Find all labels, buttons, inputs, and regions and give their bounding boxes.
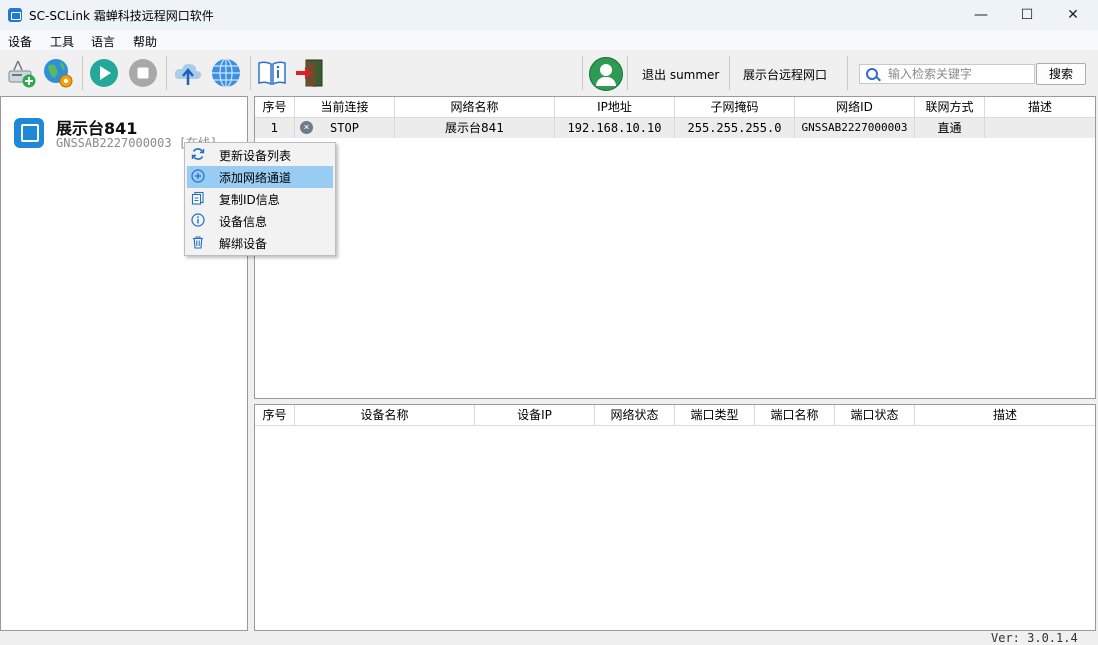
toolbar-separator (582, 56, 583, 90)
column-header[interactable]: 子网掩码 (675, 97, 795, 117)
column-header[interactable]: 网络名称 (395, 97, 555, 117)
info-icon (191, 213, 205, 227)
toolbar-separator (250, 56, 251, 90)
add-device-icon[interactable] (6, 57, 38, 89)
menu-item-add-network-channel[interactable]: 添加网络通道 (187, 166, 333, 188)
manual-icon[interactable] (256, 57, 288, 89)
menu-item-copy-id[interactable]: 复制ID信息 (187, 188, 333, 210)
toolbar-separator (627, 56, 628, 90)
copy-icon (191, 191, 204, 205)
toolbar-separator (82, 56, 83, 90)
search-button[interactable]: 搜索 (1036, 63, 1086, 85)
column-header[interactable]: 描述 (985, 97, 1095, 117)
menu-item-label: 更新设备列表 (219, 149, 292, 163)
column-header[interactable]: 端口名称 (755, 405, 835, 425)
toolbar-separator (847, 56, 848, 90)
toolbar-separator (166, 56, 167, 90)
menu-language[interactable]: 语言 (91, 33, 115, 50)
table-header: 序号 当前连接 网络名称 IP地址 子网掩码 网络ID 联网方式 描述 (255, 97, 1095, 118)
app-icon (8, 8, 22, 22)
menu-item-refresh-devices[interactable]: 更新设备列表 (187, 144, 333, 166)
maximize-button[interactable]: ☐ (1004, 0, 1050, 30)
menu-device[interactable]: 设备 (8, 33, 32, 50)
toolbar: 退出 summer 展示台远程网口 搜索 (0, 50, 1098, 96)
table-row[interactable]: 1 × STOP 展示台841 192.168.10.10 255.255.25… (255, 118, 1095, 138)
version-label: Ver: 3.0.1.4 (991, 631, 1078, 645)
toolbar-separator (729, 56, 730, 90)
column-header[interactable]: 序号 (255, 405, 295, 425)
cell-connection[interactable]: × STOP (295, 118, 395, 138)
menu-item-label: 设备信息 (219, 215, 268, 229)
port-table: 序号 设备名称 设备IP 网络状态 端口类型 端口名称 端口状态 描述 (254, 404, 1096, 631)
menu-help[interactable]: 帮助 (133, 33, 157, 50)
stop-status-icon: × (300, 121, 313, 134)
exit-icon[interactable] (294, 57, 326, 89)
column-header[interactable]: 设备IP (475, 405, 595, 425)
minimize-button[interactable]: — (958, 0, 1004, 30)
add-circle-icon (191, 169, 205, 183)
remote-port-label: 展示台远程网口 (743, 68, 828, 82)
column-header[interactable]: 设备名称 (295, 405, 475, 425)
table-header: 序号 设备名称 设备IP 网络状态 端口类型 端口名称 端口状态 描述 (255, 405, 1095, 426)
cell-network-id: GNSSAB2227000003 (795, 118, 915, 138)
menu-item-label: 添加网络通道 (219, 171, 292, 185)
close-button[interactable]: ✕ (1050, 0, 1096, 30)
column-header[interactable]: IP地址 (555, 97, 675, 117)
device-cube-icon (14, 118, 44, 148)
connection-status: STOP (330, 121, 359, 135)
refresh-icon (191, 148, 205, 160)
upload-icon[interactable] (172, 57, 204, 89)
search-icon (866, 68, 878, 80)
search-input[interactable] (888, 66, 1028, 82)
context-menu: 更新设备列表 添加网络通道 复制ID信息 设备信息 解绑设备 (184, 142, 336, 256)
column-header[interactable]: 序号 (255, 97, 295, 117)
cell-index: 1 (255, 118, 295, 138)
network-config-icon[interactable] (42, 57, 74, 89)
cell-subnet: 255.255.255.0 (675, 118, 795, 138)
globe-icon[interactable] (210, 57, 242, 89)
cell-link-mode: 直通 (915, 118, 985, 138)
cell-network-name: 展示台841 (395, 118, 555, 138)
search-box (859, 64, 1035, 84)
menu-item-unbind-device[interactable]: 解绑设备 (187, 232, 333, 254)
start-icon[interactable] (88, 57, 120, 89)
menu-bar: 设备 工具 语言 帮助 (0, 30, 1098, 50)
title-bar: SC-SCLink 霜蝉科技远程网口软件 — ☐ ✕ (0, 0, 1098, 30)
column-header[interactable]: 当前连接 (295, 97, 395, 117)
cell-ip: 192.168.10.10 (555, 118, 675, 138)
logout-button[interactable]: 退出 summer (642, 66, 719, 83)
user-avatar-icon[interactable] (589, 57, 623, 91)
column-header[interactable]: 网络状态 (595, 405, 675, 425)
network-table: 序号 当前连接 网络名称 IP地址 子网掩码 网络ID 联网方式 描述 1 × … (254, 96, 1096, 399)
window-title: SC-SCLink 霜蝉科技远程网口软件 (29, 9, 214, 23)
menu-item-label: 解绑设备 (219, 237, 268, 251)
menu-item-label: 复制ID信息 (219, 193, 280, 207)
trash-icon (193, 236, 203, 249)
column-header[interactable]: 端口状态 (835, 405, 915, 425)
cell-description (985, 118, 1095, 138)
column-header[interactable]: 网络ID (795, 97, 915, 117)
column-header[interactable]: 描述 (915, 405, 1095, 425)
column-header[interactable]: 端口类型 (675, 405, 755, 425)
menu-tools[interactable]: 工具 (50, 33, 74, 50)
column-header[interactable]: 联网方式 (915, 97, 985, 117)
menu-item-device-info[interactable]: 设备信息 (187, 210, 333, 232)
stop-icon[interactable] (127, 57, 159, 89)
